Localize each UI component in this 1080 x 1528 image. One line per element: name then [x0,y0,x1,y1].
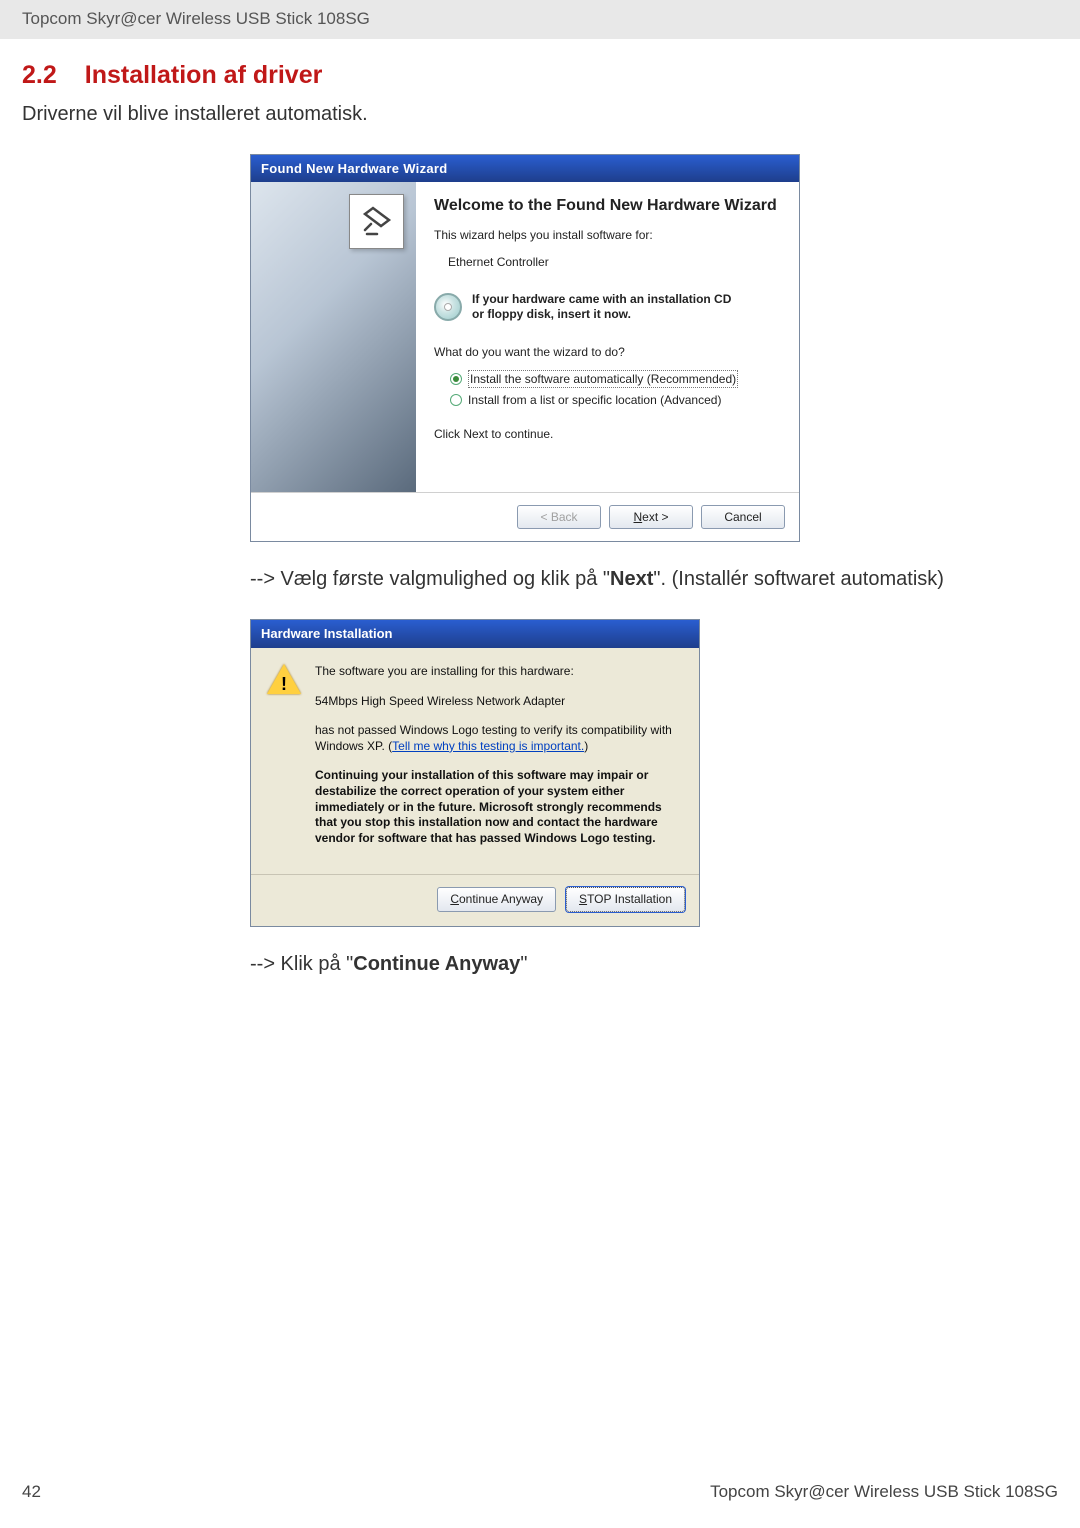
click-next-text: Click Next to continue. [434,426,779,442]
cd-instruction: If your hardware came with an installati… [472,292,731,322]
wizard-helps-text: This wizard helps you install software f… [434,227,779,243]
continue-anyway-button[interactable]: Continue Anyway [437,887,556,911]
instruction-continue: --> Klik på "Continue Anyway" [250,951,990,978]
back-button: < Back [517,505,601,529]
section-number: 2.2 [22,61,57,89]
radio-dot-selected-icon [450,373,462,385]
wizard-button-row: < Back Next > Cancel [251,492,799,541]
section-title-text: Installation af driver [85,61,323,89]
radio-install-list[interactable]: Install from a list or specific location… [450,392,779,408]
wizard-titlebar: Found New Hardware Wizard [251,155,799,183]
dialog2-titlebar: Hardware Installation [251,620,699,648]
wizard-question: What do you want the wizard to do? [434,344,779,360]
dlg2-warning-bold: Continuing your installation of this sof… [315,768,679,846]
device-name: Ethernet Controller [448,254,779,270]
wizard-sidebar-image [251,182,416,492]
radio-dot-icon [450,394,462,406]
cd-icon [434,293,462,321]
wizard-heading: Welcome to the Found New Hardware Wizard [434,196,779,215]
radio-label-auto: Install the software automatically (Reco… [468,370,738,388]
stop-installation-button[interactable]: STOP Installation [566,887,685,911]
found-new-hardware-wizard: Found New Hardware Wizard Welcome to the… [250,154,800,543]
header-product: Topcom Skyr@cer Wireless USB Stick 108SG [0,0,1080,39]
dlg2-logo-test: has not passed Windows Logo testing to v… [315,723,679,754]
next-button[interactable]: Next > [609,505,693,529]
instruction-next: --> Vælg første valgmulighed og klik på … [250,566,990,593]
dlg2-button-row: Continue Anyway STOP Installation [251,874,699,925]
warning-icon: ! [267,664,301,698]
cancel-button[interactable]: Cancel [701,505,785,529]
page-number: 42 [22,1481,41,1504]
radio-install-auto[interactable]: Install the software automatically (Reco… [450,370,779,388]
hardware-installation-dialog: Hardware Installation ! The software you… [250,619,700,926]
radio-label-list: Install from a list or specific location… [468,392,721,408]
footer-product: Topcom Skyr@cer Wireless USB Stick 108SG [710,1481,1058,1504]
hardware-icon [349,194,404,249]
page-footer: 42 Topcom Skyr@cer Wireless USB Stick 10… [22,1481,1058,1504]
tell-me-why-link[interactable]: Tell me why this testing is important. [392,739,584,753]
intro-paragraph: Driverne vil blive installeret automatis… [0,101,1080,154]
dlg2-device: 54Mbps High Speed Wireless Network Adapt… [315,694,679,710]
section-heading: 2.2 Installation af driver [0,39,1080,101]
dlg2-line1: The software you are installing for this… [315,664,679,680]
